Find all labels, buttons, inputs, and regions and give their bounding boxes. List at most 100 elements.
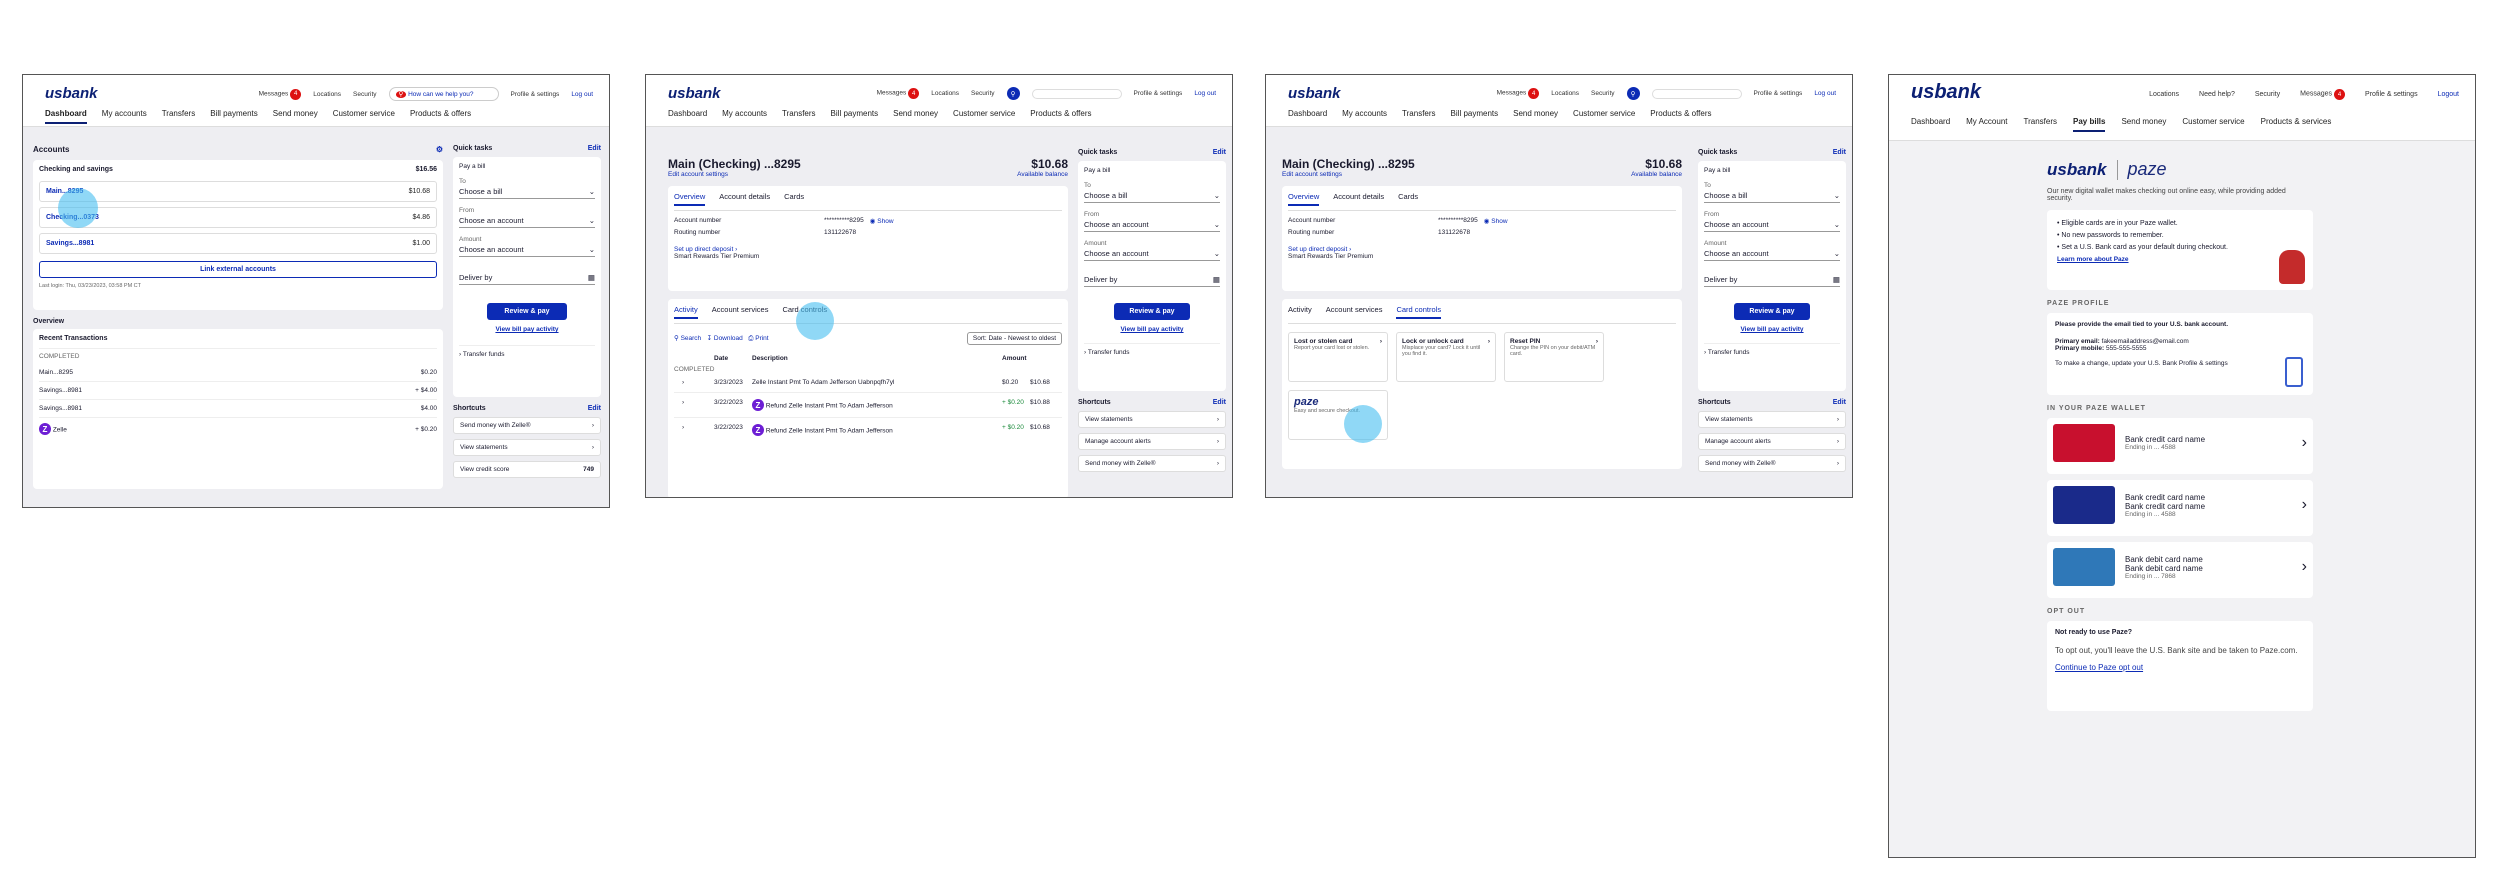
nav-send-money[interactable]: Send money xyxy=(1513,109,1558,118)
link-external-button[interactable]: Link external accounts xyxy=(39,261,437,278)
security-link[interactable]: Security xyxy=(353,91,376,98)
messages-link[interactable]: Messages 4 xyxy=(877,88,920,99)
nav-transfers[interactable]: Transfers xyxy=(782,109,816,118)
amount-select[interactable]: Choose an account ⌄ xyxy=(1084,247,1220,261)
edit-account-link[interactable]: Edit account settings xyxy=(668,171,728,178)
usbank-logo[interactable]: usbank xyxy=(45,85,98,102)
gear-icon[interactable]: ⚙ xyxy=(436,145,443,154)
amount-select[interactable]: Choose an account ⌄ xyxy=(459,243,595,257)
tab-cards[interactable]: Cards xyxy=(784,192,804,206)
locations-link[interactable]: Locations xyxy=(2149,91,2179,98)
help-link[interactable]: Need help? xyxy=(2199,91,2235,98)
nav-products[interactable]: Products & offers xyxy=(410,109,471,124)
edit-link[interactable]: Edit xyxy=(1833,399,1846,406)
usbank-logo[interactable]: usbank xyxy=(1288,85,1341,102)
wallet-card[interactable]: Bank debit card name Bank debit card name… xyxy=(2047,542,2313,598)
help-search[interactable]: ⚲ How can we help you? xyxy=(388,87,499,101)
deliver-by-field[interactable]: Deliver by ▦ xyxy=(1084,273,1220,287)
bill-select[interactable]: Choose a bill ⌄ xyxy=(1084,189,1220,203)
search-input[interactable] xyxy=(1651,88,1742,99)
security-link[interactable]: Security xyxy=(2255,91,2280,98)
list-item[interactable]: Savings...8981 $4.00 xyxy=(39,400,437,418)
review-pay-button[interactable]: Review & pay xyxy=(1734,303,1810,320)
nav-bill-payments[interactable]: Bill payments xyxy=(210,109,258,124)
edit-link[interactable]: Edit xyxy=(1833,149,1846,156)
shortcut-item[interactable]: View credit score 749 xyxy=(453,461,601,478)
nav-customer-service[interactable]: Customer service xyxy=(1573,109,1635,118)
messages-link[interactable]: Messages 4 xyxy=(2300,89,2346,100)
shortcut-item[interactable]: View statements › xyxy=(1078,411,1226,428)
search-button[interactable]: ⚲ Search xyxy=(674,335,701,342)
account-select[interactable]: Choose an account ⌄ xyxy=(459,214,595,228)
nav-customer-service[interactable]: Customer service xyxy=(953,109,1015,118)
wallet-card[interactable]: Bank credit card name Ending in ... 4588 › xyxy=(2047,418,2313,474)
account-select[interactable]: Choose an account ⌄ xyxy=(1704,218,1840,232)
nav-dashboard[interactable]: Dashboard xyxy=(45,109,87,124)
nav-send-money[interactable]: Send money xyxy=(2121,117,2166,132)
tab-overview[interactable]: Overview xyxy=(1288,192,1320,206)
locations-link[interactable]: Locations xyxy=(313,91,341,98)
edit-account-link[interactable]: Edit account settings xyxy=(1282,171,1342,178)
list-item[interactable]: Z Zelle + $0.20 xyxy=(39,418,437,440)
table-row[interactable]: › 3/22/2023 Z Refund Zelle Instant Pmt To … xyxy=(674,418,1062,442)
nav-products[interactable]: Products & offers xyxy=(1650,109,1711,118)
nav-dashboard[interactable]: Dashboard xyxy=(668,109,707,118)
show-link[interactable]: ◉ Show xyxy=(870,217,894,225)
logout-link[interactable]: Log out xyxy=(571,91,593,98)
security-link[interactable]: Security xyxy=(971,90,994,97)
deliver-by-field[interactable]: Deliver by ▦ xyxy=(459,271,595,285)
logout-link[interactable]: Logout xyxy=(2438,91,2459,98)
tab-account-services[interactable]: Account services xyxy=(712,305,769,319)
nav-my-accounts[interactable]: My accounts xyxy=(102,109,147,124)
direct-deposit-link[interactable]: Set up direct deposit › xyxy=(674,246,1062,253)
transfer-funds[interactable]: › Transfer funds xyxy=(1704,343,1840,356)
usbank-logo[interactable]: usbank xyxy=(668,85,721,102)
nav-transfers[interactable]: Transfers xyxy=(2024,117,2058,132)
amount-select[interactable]: Choose an account ⌄ xyxy=(1704,247,1840,261)
tab-card-controls[interactable]: Card controls xyxy=(1396,305,1442,319)
nav-bill-payments[interactable]: Bill payments xyxy=(831,109,879,118)
show-link[interactable]: ◉ Show xyxy=(1484,217,1508,225)
review-pay-button[interactable]: Review & pay xyxy=(1114,303,1190,320)
learn-more-link[interactable]: Learn more about Paze xyxy=(2057,256,2303,263)
messages-link[interactable]: Messages 4 xyxy=(259,88,302,100)
shortcut-item[interactable]: Send money with Zelle® › xyxy=(1698,455,1846,472)
list-item[interactable]: Main...8295 $0.20 xyxy=(39,364,437,382)
tab-activity[interactable]: Activity xyxy=(1288,305,1312,319)
lock-card-tile[interactable]: Lock or unlock card › Misplace your card? … xyxy=(1396,332,1496,382)
search-input[interactable] xyxy=(1031,88,1122,99)
nav-my-accounts[interactable]: My accounts xyxy=(1342,109,1387,118)
tab-overview[interactable]: Overview xyxy=(674,192,706,206)
tab-activity[interactable]: Activity xyxy=(674,305,698,319)
messages-link[interactable]: Messages 4 xyxy=(1497,88,1540,99)
view-bill-activity-link[interactable]: View bill pay activity xyxy=(459,326,595,333)
logout-link[interactable]: Log out xyxy=(1814,90,1836,97)
usbank-logo[interactable]: usbank xyxy=(1911,81,1981,104)
nav-dashboard[interactable]: Dashboard xyxy=(1288,109,1327,118)
search-icon[interactable]: ⚲ xyxy=(1006,87,1020,100)
profile-menu[interactable]: Profile & settings xyxy=(1134,90,1183,97)
nav-customer-service[interactable]: Customer service xyxy=(333,109,395,124)
shortcut-item[interactable]: Manage account alerts › xyxy=(1078,433,1226,450)
edit-link[interactable]: Edit xyxy=(1213,149,1226,156)
nav-transfers[interactable]: Transfers xyxy=(1402,109,1436,118)
nav-pay-bills[interactable]: Pay bills xyxy=(2073,117,2106,132)
download-button[interactable]: ↧ Download xyxy=(707,335,743,342)
edit-link[interactable]: Edit xyxy=(588,145,601,152)
wallet-card[interactable]: Bank credit card name Bank credit card na… xyxy=(2047,480,2313,536)
lost-card-tile[interactable]: Lost or stolen card › Report your card los… xyxy=(1288,332,1388,382)
bill-select[interactable]: Choose a bill ⌄ xyxy=(459,185,595,199)
shortcut-item[interactable]: Send money with Zelle® › xyxy=(1078,455,1226,472)
nav-send-money[interactable]: Send money xyxy=(273,109,318,124)
search-icon[interactable]: ⚲ xyxy=(1626,87,1640,100)
nav-dashboard[interactable]: Dashboard xyxy=(1911,117,1950,132)
nav-my-account[interactable]: My Account xyxy=(1966,117,2007,132)
transfer-funds[interactable]: › Transfer funds xyxy=(459,345,595,358)
bill-select[interactable]: Choose a bill ⌄ xyxy=(1704,189,1840,203)
shortcut-item[interactable]: View statements › xyxy=(1698,411,1846,428)
view-bill-activity-link[interactable]: View bill pay activity xyxy=(1084,326,1220,333)
available-balance-link[interactable]: Available balance xyxy=(1631,171,1682,178)
sort-select[interactable]: Sort: Date - Newest to oldest xyxy=(966,332,1062,345)
profile-menu[interactable]: Profile & settings xyxy=(2365,91,2418,98)
tab-cards[interactable]: Cards xyxy=(1398,192,1418,206)
